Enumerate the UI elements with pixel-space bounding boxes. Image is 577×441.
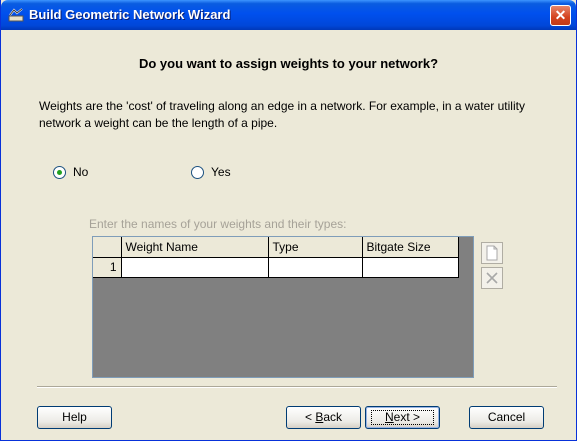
delete-x-icon xyxy=(486,272,498,284)
radio-yes-indicator[interactable] xyxy=(191,165,204,179)
new-document-icon xyxy=(486,245,498,261)
back-button-rest: ack xyxy=(323,410,343,424)
title-bar[interactable]: Build Geometric Network Wizard ✕ xyxy=(1,0,576,30)
row-number[interactable]: 1 xyxy=(93,257,122,278)
weight-name-cell[interactable] xyxy=(121,257,269,278)
window-title: Build Geometric Network Wizard xyxy=(29,7,231,22)
new-weight-button[interactable] xyxy=(481,242,503,264)
table-row[interactable]: 1 xyxy=(93,257,459,278)
focus-rectangle xyxy=(371,410,434,425)
wizard-window: Build Geometric Network Wizard ✕ Do you … xyxy=(0,0,577,441)
radio-no[interactable]: No xyxy=(53,165,88,179)
radio-no-indicator[interactable] xyxy=(53,165,66,179)
column-header-type[interactable]: Type xyxy=(268,237,363,258)
help-button[interactable]: Help xyxy=(37,406,112,429)
page-heading: Do you want to assign weights to your ne… xyxy=(138,56,439,71)
radio-yes-label: Yes xyxy=(211,165,231,179)
weights-grid-caption: Enter the names of your weights and thei… xyxy=(89,217,347,231)
delete-weight-button[interactable] xyxy=(481,267,503,289)
weights-header-row: Weight Name Type Bitgate Size xyxy=(93,237,459,258)
back-button[interactable]: < Back xyxy=(286,406,361,429)
cancel-button[interactable]: Cancel xyxy=(469,406,544,429)
type-cell[interactable] xyxy=(268,257,363,278)
description-text: Weights are the 'cost' of traveling alon… xyxy=(39,99,525,130)
next-button[interactable]: Next > xyxy=(365,406,440,429)
column-header-weight-name[interactable]: Weight Name xyxy=(121,237,269,258)
cancel-button-label: Cancel xyxy=(487,410,526,424)
weights-table: Weight Name Type Bitgate Size 1 xyxy=(93,237,459,278)
corner-header xyxy=(93,237,122,258)
bitgate-size-cell[interactable] xyxy=(362,257,459,278)
weights-grid: Weight Name Type Bitgate Size 1 xyxy=(92,236,474,378)
back-button-prefix: < xyxy=(304,410,316,424)
help-button-label: Help xyxy=(62,410,87,424)
column-header-bitgate-size[interactable]: Bitgate Size xyxy=(362,237,459,258)
radio-yes[interactable]: Yes xyxy=(191,165,231,179)
network-wizard-icon xyxy=(8,7,24,23)
footer-separator xyxy=(37,386,557,388)
radio-no-label: No xyxy=(73,165,89,179)
close-icon: ✕ xyxy=(554,7,567,23)
close-button[interactable]: ✕ xyxy=(550,5,571,26)
